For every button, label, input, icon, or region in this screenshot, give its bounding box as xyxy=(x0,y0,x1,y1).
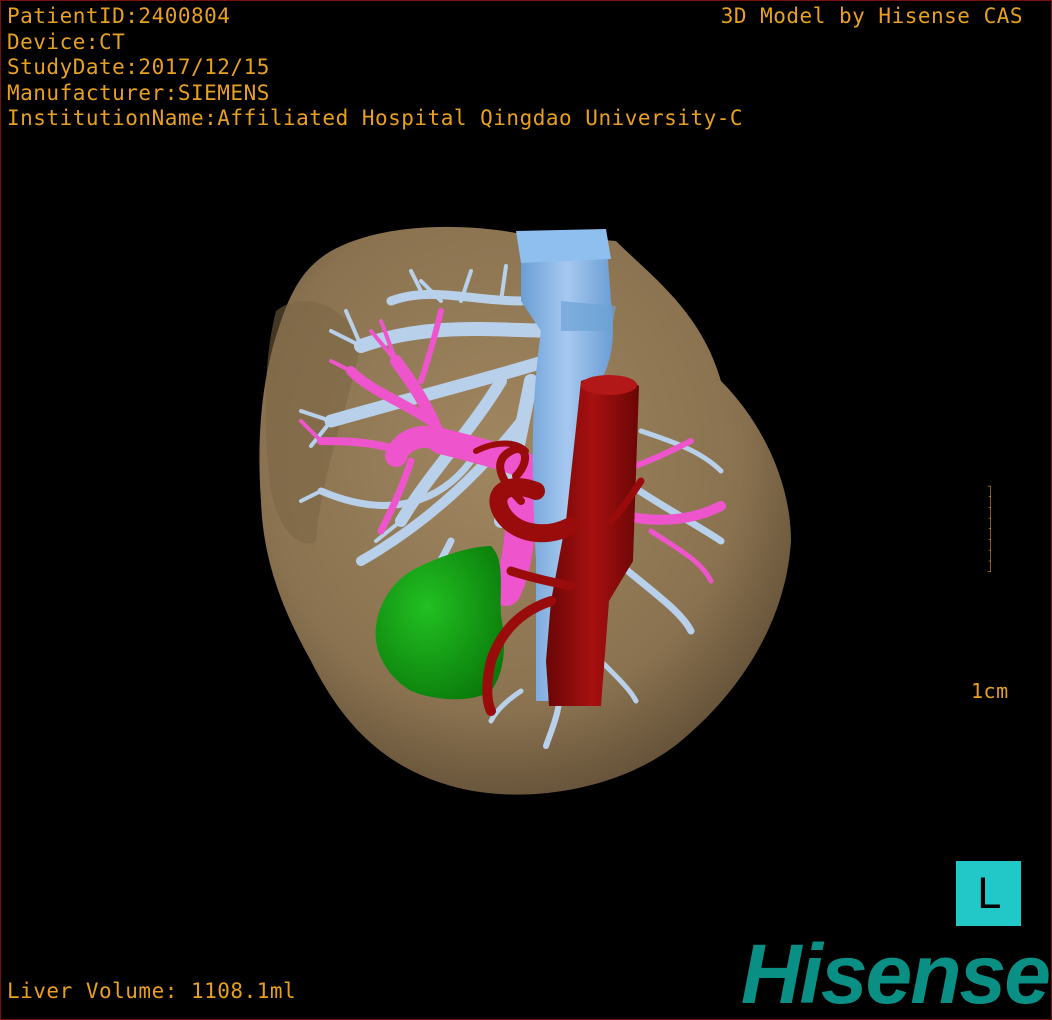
liver-volume: Liver Volume: 1108.1ml xyxy=(7,978,297,1003)
scale-bar xyxy=(987,485,991,572)
device: Device:CT xyxy=(7,29,126,54)
3d-viewport[interactable]: PatientID:2400804 Device:CT StudyDate:2017… xyxy=(0,0,1052,1020)
patient-id: PatientID:2400804 xyxy=(7,4,231,28)
patient-info: PatientID:2400804 Device:CT StudyDate:2017… xyxy=(7,4,743,132)
model-credit: 3D Model by Hisense CAS xyxy=(720,4,1023,28)
study-date: StudyDate:2017/12/15 xyxy=(7,55,270,79)
scale-label: 1cm xyxy=(971,679,1009,703)
orientation-marker[interactable]: L xyxy=(956,861,1021,926)
manufacturer: Manufacturer:SIEMENS xyxy=(7,80,270,105)
institution-name: InstitutionName:Affiliated Hospital Qing… xyxy=(7,106,744,130)
liver-3d-model[interactable] xyxy=(1,1,1051,1019)
hisense-logo: Hisense xyxy=(740,927,1051,1020)
